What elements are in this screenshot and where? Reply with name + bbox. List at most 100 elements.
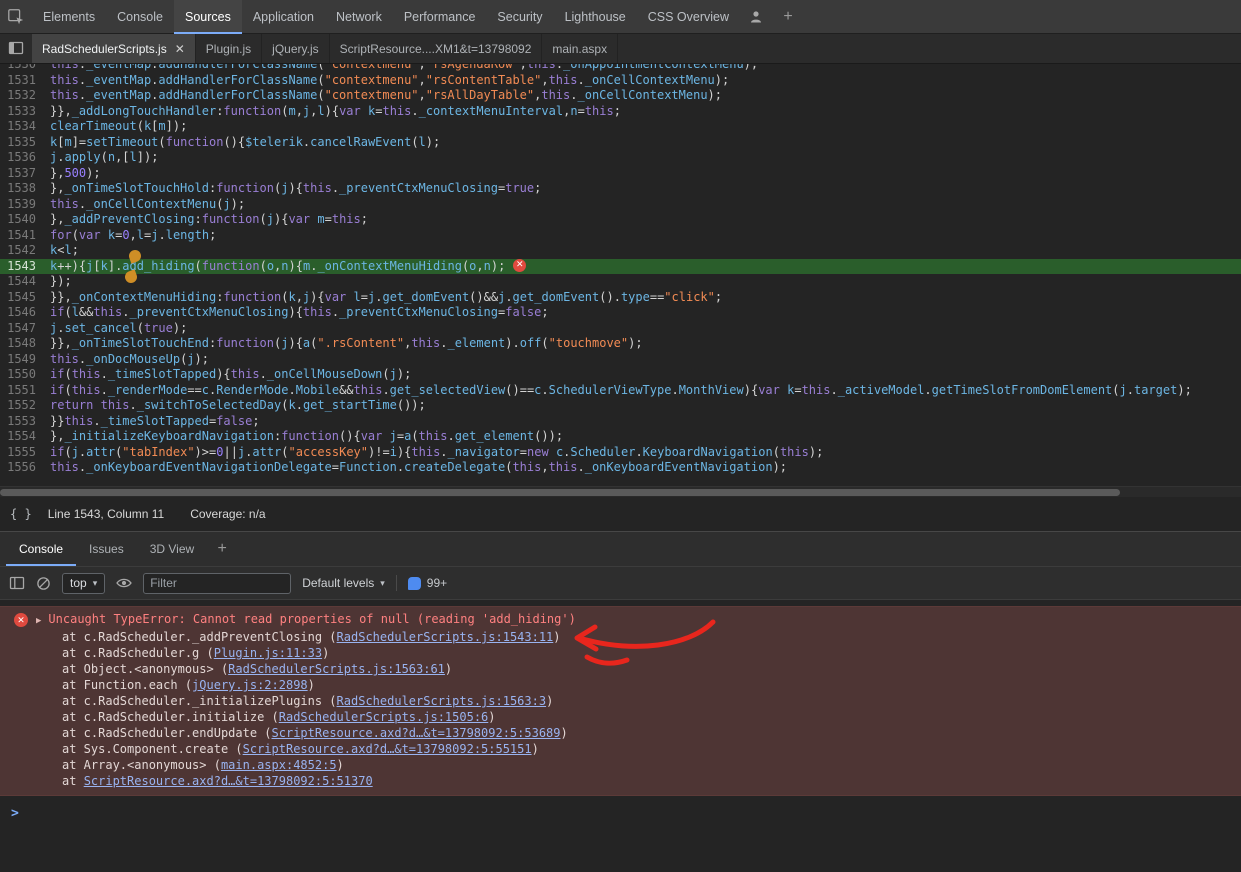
line-number[interactable]: 1556 bbox=[0, 460, 50, 476]
close-tab-icon[interactable]: ✕ bbox=[175, 42, 185, 56]
code-line-1556[interactable]: 1556this._onKeyboardEventNavigationDeleg… bbox=[0, 460, 1241, 476]
line-number[interactable]: 1546 bbox=[0, 305, 50, 321]
code-line-1539[interactable]: 1539this._onCellContextMenu(j); bbox=[0, 197, 1241, 213]
code-line-1532[interactable]: 1532this._eventMap.addHandlerForClassNam… bbox=[0, 88, 1241, 104]
code-line-1552[interactable]: 1552return this._switchToSelectedDay(k.g… bbox=[0, 398, 1241, 414]
code-line-1551[interactable]: 1551if(this._renderMode==c.RenderMode.Mo… bbox=[0, 383, 1241, 399]
code-line-1534[interactable]: 1534clearTimeout(k[m]); bbox=[0, 119, 1241, 135]
tab-network[interactable]: Network bbox=[325, 0, 393, 34]
issues-counter[interactable]: 99+ bbox=[408, 576, 447, 590]
code-line-1531[interactable]: 1531this._eventMap.addHandlerForClassNam… bbox=[0, 73, 1241, 89]
code-line-1546[interactable]: 1546if(l&&this._preventCtxMenuClosing){t… bbox=[0, 305, 1241, 321]
line-number[interactable]: 1535 bbox=[0, 135, 50, 151]
console-filter-input[interactable] bbox=[143, 573, 291, 594]
inline-error-icon[interactable]: ✕ bbox=[513, 259, 526, 272]
code-line-1542[interactable]: 1542k<l; bbox=[0, 243, 1241, 259]
clear-console-icon[interactable] bbox=[36, 576, 51, 591]
code-line-1543[interactable]: 1543k++){j[k].add_hiding(function(o,n){m… bbox=[0, 259, 1241, 275]
line-number[interactable]: 1533 bbox=[0, 104, 50, 120]
tab-sources[interactable]: Sources bbox=[174, 0, 242, 34]
console-sidebar-icon[interactable] bbox=[9, 575, 25, 591]
stack-link[interactable]: ScriptResource.axd?d…&t=13798092:5:53689 bbox=[272, 726, 561, 740]
stack-link[interactable]: ScriptResource.axd?d…&t=13798092:5:55151 bbox=[243, 742, 532, 756]
line-number[interactable]: 1552 bbox=[0, 398, 50, 414]
console-prompt[interactable]: > bbox=[0, 801, 1241, 825]
navigator-toggle-icon[interactable] bbox=[0, 34, 32, 62]
pretty-print-icon[interactable]: { } bbox=[10, 507, 32, 521]
line-number[interactable]: 1542 bbox=[0, 243, 50, 259]
line-number[interactable]: 1541 bbox=[0, 228, 50, 244]
line-number[interactable]: 1550 bbox=[0, 367, 50, 383]
line-number[interactable]: 1543 bbox=[0, 259, 50, 275]
line-number[interactable]: 1531 bbox=[0, 73, 50, 89]
line-number[interactable]: 1554 bbox=[0, 429, 50, 445]
code-line-1545[interactable]: 1545}},_onContextMenuHiding:function(k,j… bbox=[0, 290, 1241, 306]
tab-console[interactable]: Console bbox=[106, 0, 174, 34]
line-number[interactable]: 1530 bbox=[0, 64, 50, 73]
line-number[interactable]: 1538 bbox=[0, 181, 50, 197]
code-line-1540[interactable]: 1540},_addPreventClosing:function(j){var… bbox=[0, 212, 1241, 228]
line-number[interactable]: 1545 bbox=[0, 290, 50, 306]
code-line-1537[interactable]: 1537},500); bbox=[0, 166, 1241, 182]
code-line-1535[interactable]: 1535k[m]=setTimeout(function(){$telerik.… bbox=[0, 135, 1241, 151]
code-line-1536[interactable]: 1536j.apply(n,[l]); bbox=[0, 150, 1241, 166]
scrollbar-thumb[interactable] bbox=[0, 489, 1120, 496]
stack-link[interactable]: Plugin.js:11:33 bbox=[214, 646, 322, 660]
line-number[interactable]: 1534 bbox=[0, 119, 50, 135]
line-number[interactable]: 1551 bbox=[0, 383, 50, 399]
javascript-context-selector[interactable]: top ▾ bbox=[62, 573, 105, 594]
line-number[interactable]: 1548 bbox=[0, 336, 50, 352]
line-number[interactable]: 1537 bbox=[0, 166, 50, 182]
error-headline[interactable]: ▶Uncaught TypeError: Cannot read propert… bbox=[36, 611, 576, 629]
stack-link[interactable]: RadSchedulerScripts.js:1563:61 bbox=[228, 662, 445, 676]
code-line-1533[interactable]: 1533}},_addLongTouchHandler:function(m,j… bbox=[0, 104, 1241, 120]
add-drawer-tool-icon[interactable]: + bbox=[207, 532, 237, 566]
stack-link[interactable]: RadSchedulerScripts.js:1543:11 bbox=[337, 630, 554, 644]
file-tab-main-aspx[interactable]: main.aspx bbox=[542, 34, 618, 63]
tab-elements[interactable]: Elements bbox=[32, 0, 106, 34]
code-line-1555[interactable]: 1555if(j.attr("tabIndex")>=0||j.attr("ac… bbox=[0, 445, 1241, 461]
add-panel-icon[interactable]: + bbox=[772, 3, 804, 31]
file-tab-jquery-js[interactable]: jQuery.js bbox=[262, 34, 329, 63]
tab-lighthouse[interactable]: Lighthouse bbox=[554, 0, 637, 34]
stack-link[interactable]: main.aspx:4852:5 bbox=[221, 758, 337, 772]
line-number[interactable]: 1532 bbox=[0, 88, 50, 104]
stack-link[interactable]: ScriptResource.axd?d…&t=13798092:5:51370 bbox=[84, 774, 373, 788]
file-tab-radschedulerscripts-js[interactable]: RadSchedulerScripts.js✕ bbox=[32, 34, 196, 63]
expand-triangle-icon[interactable]: ▶ bbox=[36, 613, 41, 629]
log-levels-dropdown[interactable]: Default levels ▾ bbox=[302, 576, 385, 590]
tab-application[interactable]: Application bbox=[242, 0, 325, 34]
code-line-1550[interactable]: 1550if(this._timeSlotTapped){this._onCel… bbox=[0, 367, 1241, 383]
line-number[interactable]: 1540 bbox=[0, 212, 50, 228]
user-icon[interactable] bbox=[740, 3, 772, 31]
drawer-tab-console[interactable]: Console bbox=[6, 532, 76, 566]
code-line-1553[interactable]: 1553}}this._timeSlotTapped=false; bbox=[0, 414, 1241, 430]
line-number[interactable]: 1536 bbox=[0, 150, 50, 166]
line-number[interactable]: 1547 bbox=[0, 321, 50, 337]
file-tab-scriptresource-xm1-t-13798092[interactable]: ScriptResource....XM1&t=13798092 bbox=[330, 34, 543, 63]
inspect-icon[interactable] bbox=[0, 3, 32, 31]
file-tab-plugin-js[interactable]: Plugin.js bbox=[196, 34, 262, 63]
tab-css-overview[interactable]: CSS Overview bbox=[637, 0, 740, 34]
line-number[interactable]: 1553 bbox=[0, 414, 50, 430]
line-number[interactable]: 1544 bbox=[0, 274, 50, 290]
live-expression-eye-icon[interactable] bbox=[116, 577, 132, 589]
code-line-1544[interactable]: 1544}); bbox=[0, 274, 1241, 290]
editor-horizontal-scrollbar[interactable] bbox=[0, 486, 1241, 497]
tab-security[interactable]: Security bbox=[486, 0, 553, 34]
line-number[interactable]: 1555 bbox=[0, 445, 50, 461]
stack-link[interactable]: RadSchedulerScripts.js:1505:6 bbox=[279, 710, 489, 724]
drawer-tab-issues[interactable]: Issues bbox=[76, 532, 137, 566]
code-line-1530[interactable]: 1530this._eventMap.addHandlerForClassNam… bbox=[0, 64, 1241, 73]
code-line-1538[interactable]: 1538},_onTimeSlotTouchHold:function(j){t… bbox=[0, 181, 1241, 197]
tab-performance[interactable]: Performance bbox=[393, 0, 487, 34]
stack-link[interactable]: RadSchedulerScripts.js:1563:3 bbox=[337, 694, 547, 708]
code-line-1549[interactable]: 1549this._onDocMouseUp(j); bbox=[0, 352, 1241, 368]
code-line-1554[interactable]: 1554},_initializeKeyboardNavigation:func… bbox=[0, 429, 1241, 445]
code-line-1548[interactable]: 1548}},_onTimeSlotTouchEnd:function(j){a… bbox=[0, 336, 1241, 352]
code-line-1547[interactable]: 1547j.set_cancel(true); bbox=[0, 321, 1241, 337]
stack-link[interactable]: jQuery.js:2:2898 bbox=[192, 678, 308, 692]
console-error-message[interactable]: ✕ ▶Uncaught TypeError: Cannot read prope… bbox=[0, 606, 1241, 796]
line-number[interactable]: 1549 bbox=[0, 352, 50, 368]
source-editor[interactable]: 1530this._eventMap.addHandlerForClassNam… bbox=[0, 64, 1241, 486]
